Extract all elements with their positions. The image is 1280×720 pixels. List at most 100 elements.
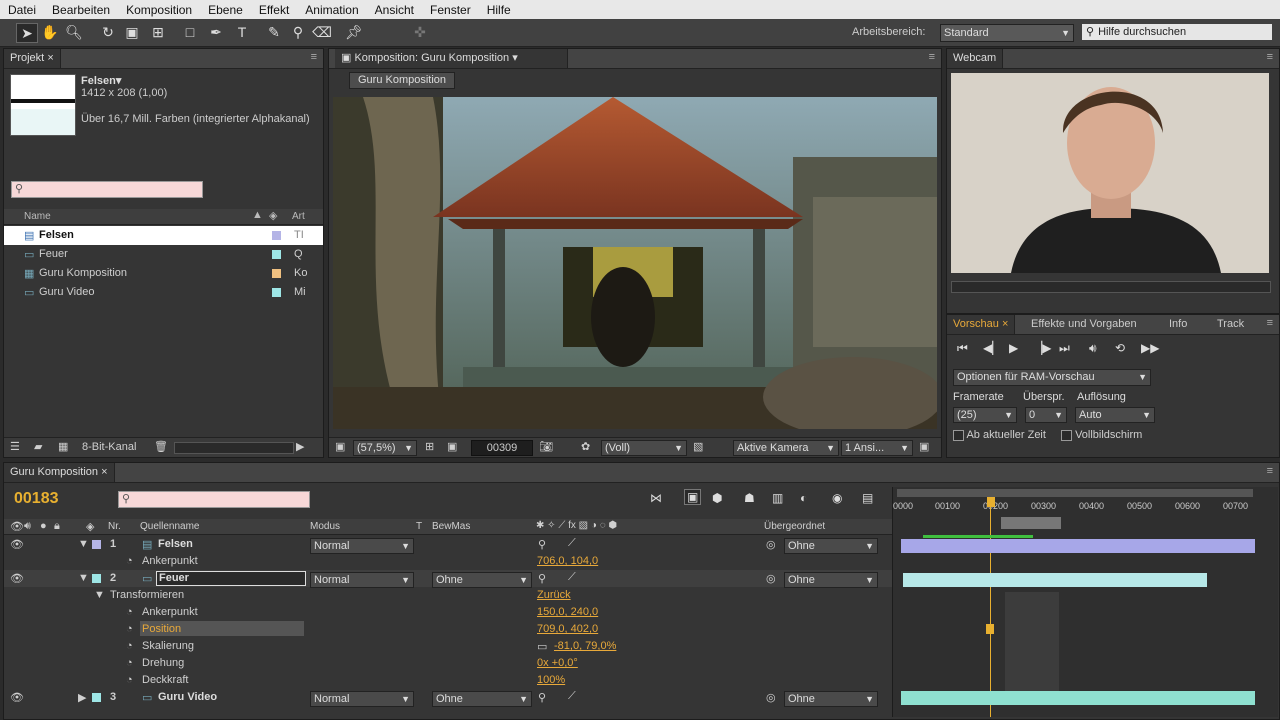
pickwhip-icon[interactable]: ◎ — [766, 572, 776, 585]
tab-vorschau[interactable]: Vorschau × — [947, 315, 1016, 334]
current-time-display[interactable]: 00183 — [14, 490, 59, 508]
layer-bar-felsen[interactable] — [901, 539, 1255, 553]
blend-mode-select[interactable]: Normal ▼ — [310, 572, 414, 588]
trkmat-select[interactable]: Ohne ▼ — [432, 572, 532, 588]
checkbox-box[interactable] — [953, 429, 964, 441]
previous-frame-icon[interactable]: ◀▏ — [983, 341, 1001, 355]
list-item[interactable]: ▦ Guru Komposition Ko — [4, 264, 323, 283]
audio-icon[interactable]: 🔊︎ — [1089, 341, 1097, 356]
menu-ansicht[interactable]: Ansicht — [367, 3, 422, 17]
stopwatch-icon[interactable]: ◔ — [126, 657, 133, 669]
stopwatch-icon[interactable]: ◔ — [126, 640, 133, 652]
first-frame-icon[interactable]: ⏮ — [957, 341, 968, 356]
comp-breadcrumb[interactable]: Guru Komposition — [349, 72, 456, 89]
checkbox-box[interactable] — [1061, 429, 1072, 441]
visibility-icon[interactable]: 👁︎ — [10, 520, 24, 533]
table-row[interactable]: 👁︎ ▶ 3 ▭ Guru Video Normal ▼ Ohne ▼ ⚲ ⟋ ◎ … — [4, 689, 896, 707]
property-value[interactable]: 709,0, 402,0 — [537, 623, 598, 635]
quality-switch-icon[interactable]: ⟋ — [568, 690, 576, 703]
rotate-tool-icon[interactable]: ↻ — [98, 23, 118, 41]
fast-preview-icon[interactable]: ▣ — [919, 440, 929, 453]
menu-bearbeiten[interactable]: Bearbeiten — [44, 3, 118, 17]
list-item[interactable]: ▤ Felsen TI — [4, 226, 323, 245]
property-row[interactable]: ◔ Deckkraft 100% — [4, 672, 896, 689]
rectangle-tool-icon[interactable]: □ — [180, 23, 200, 41]
table-row[interactable]: 👁︎ ▼ 1 ▤ Felsen Normal ▼ ⚲ ⟋ ◎ Ohne ▼ — [4, 536, 896, 554]
pickwhip-icon[interactable]: ◎ — [766, 691, 776, 704]
tab-track[interactable]: Track — [1211, 315, 1250, 334]
property-row[interactable]: ◔ Ankerpunkt 706,0, 104,0 — [4, 553, 896, 570]
from-current-checkbox[interactable]: Ab aktueller Zeit — [953, 429, 1046, 441]
stopwatch-icon[interactable]: ◔ — [126, 606, 133, 618]
comp-mini-flowchart-icon[interactable]: ⋈ — [650, 491, 662, 505]
zoom-tool-icon[interactable]: 🔍︎ — [64, 23, 84, 41]
time-ruler[interactable]: 0000 00100 00200 00300 00400 00500 00600… — [893, 501, 1278, 517]
keyframe-icon[interactable] — [986, 624, 994, 634]
timeline-graph[interactable]: 0000 00100 00200 00300 00400 00500 00600… — [892, 487, 1278, 717]
panel-menu-icon[interactable]: ≡ — [1267, 317, 1273, 329]
audio-icon[interactable]: 🔊︎ — [24, 520, 31, 533]
pan-behind-tool-icon[interactable]: ⊞ — [148, 23, 168, 41]
live-update-icon[interactable]: ▣ — [684, 489, 702, 505]
quality-switch-icon[interactable]: ⟋ — [568, 537, 576, 550]
bit-depth-label[interactable]: 8-Bit-Kanal — [82, 441, 136, 453]
shy-layers-icon[interactable]: ☗ — [744, 491, 755, 505]
brainstorm-icon[interactable]: ▤ — [862, 491, 873, 505]
tab-composition[interactable]: ▣ Komposition: Guru Komposition ▾ — [335, 49, 568, 68]
current-time-field[interactable]: 00309 — [471, 440, 533, 456]
shy-switch-icon[interactable]: ⚲ — [538, 691, 546, 704]
ram-preview-options[interactable]: Optionen für RAM-Vorschau ▼ — [953, 369, 1151, 386]
list-item[interactable]: ▭ Guru Video Mi — [4, 283, 323, 302]
axis-mode-icon[interactable]: ✜ — [410, 23, 430, 41]
property-value[interactable]: 0x +0,0° — [537, 657, 578, 669]
transparency-grid-icon[interactable]: ▧ — [693, 440, 703, 453]
scroll-right-icon[interactable]: ▶ — [296, 440, 304, 453]
color-channels-icon[interactable]: ✿ — [581, 440, 590, 453]
panel-menu-icon[interactable]: ≡ — [929, 51, 935, 63]
label-column-icon[interactable]: ◈ — [86, 520, 94, 533]
magnification-select[interactable]: (57,5%) ▼ — [353, 440, 417, 456]
label-color[interactable] — [92, 693, 101, 702]
label-color[interactable] — [272, 269, 281, 278]
project-scrollbar[interactable] — [174, 442, 294, 454]
frame-blending-icon[interactable]: ▥ — [772, 491, 783, 505]
property-row[interactable]: ◔ Drehung 0x +0,0° — [4, 655, 896, 672]
column-source-name[interactable]: Quellenname — [140, 521, 199, 532]
sort-up-icon[interactable]: ▲ — [252, 209, 263, 221]
property-group-row[interactable]: ▼ Transformieren Zurück — [4, 587, 896, 604]
composition-viewer[interactable] — [333, 97, 937, 429]
menu-komposition[interactable]: Komposition — [118, 3, 200, 17]
tab-effekte[interactable]: Effekte und Vorgaben — [1025, 315, 1143, 334]
switches-icon[interactable]: ✱ ✧ ⟋ fx ▧ ◑ ◌ ⬢ — [536, 520, 617, 531]
play-icon[interactable]: ▶ — [1009, 341, 1018, 355]
playhead-handle[interactable] — [987, 497, 995, 507]
ram-preview-icon[interactable]: ▶▶ — [1141, 341, 1159, 355]
menu-fenster[interactable]: Fenster — [422, 3, 479, 17]
property-value[interactable]: 100% — [537, 674, 565, 686]
delete-icon[interactable]: 🗑︎ — [154, 440, 168, 453]
property-row[interactable]: ◔ Ankerpunkt 150,0, 240,0 — [4, 604, 896, 621]
pickwhip-icon[interactable]: ◎ — [766, 538, 776, 551]
tab-webcam[interactable]: Webcam — [947, 49, 1004, 68]
lock-icon[interactable]: 🔒︎ — [54, 520, 60, 533]
stopwatch-icon[interactable]: ◔ — [126, 623, 133, 635]
camera-tool-icon[interactable]: ▣ — [122, 23, 142, 41]
label-color[interactable] — [92, 574, 101, 583]
label-color[interactable] — [272, 231, 281, 240]
chevron-down-icon[interactable]: ▾ — [512, 52, 518, 64]
clone-stamp-tool-icon[interactable]: ⚲ — [288, 23, 308, 41]
shy-switch-icon[interactable]: ⚲ — [538, 538, 546, 551]
framerate-select[interactable]: (25) ▼ — [953, 407, 1017, 423]
layer-bar-guru-video[interactable] — [901, 691, 1255, 705]
tab-projekt[interactable]: Projekt × — [4, 49, 61, 68]
menu-animation[interactable]: Animation — [297, 3, 366, 17]
parent-select[interactable]: Ohne ▼ — [784, 572, 878, 588]
close-icon[interactable]: × — [101, 466, 107, 478]
quality-switch-icon[interactable]: ⟋ — [568, 571, 576, 584]
resolution-select[interactable]: Auto ▼ — [1075, 407, 1155, 423]
parent-select[interactable]: Ohne ▼ — [784, 691, 878, 707]
menu-datei[interactable]: Datei — [0, 3, 44, 17]
tab-timeline[interactable]: Guru Komposition × — [4, 463, 115, 482]
selection-tool-icon[interactable]: ➤ — [16, 23, 38, 43]
lock-icon[interactable]: ▣ — [341, 52, 351, 64]
